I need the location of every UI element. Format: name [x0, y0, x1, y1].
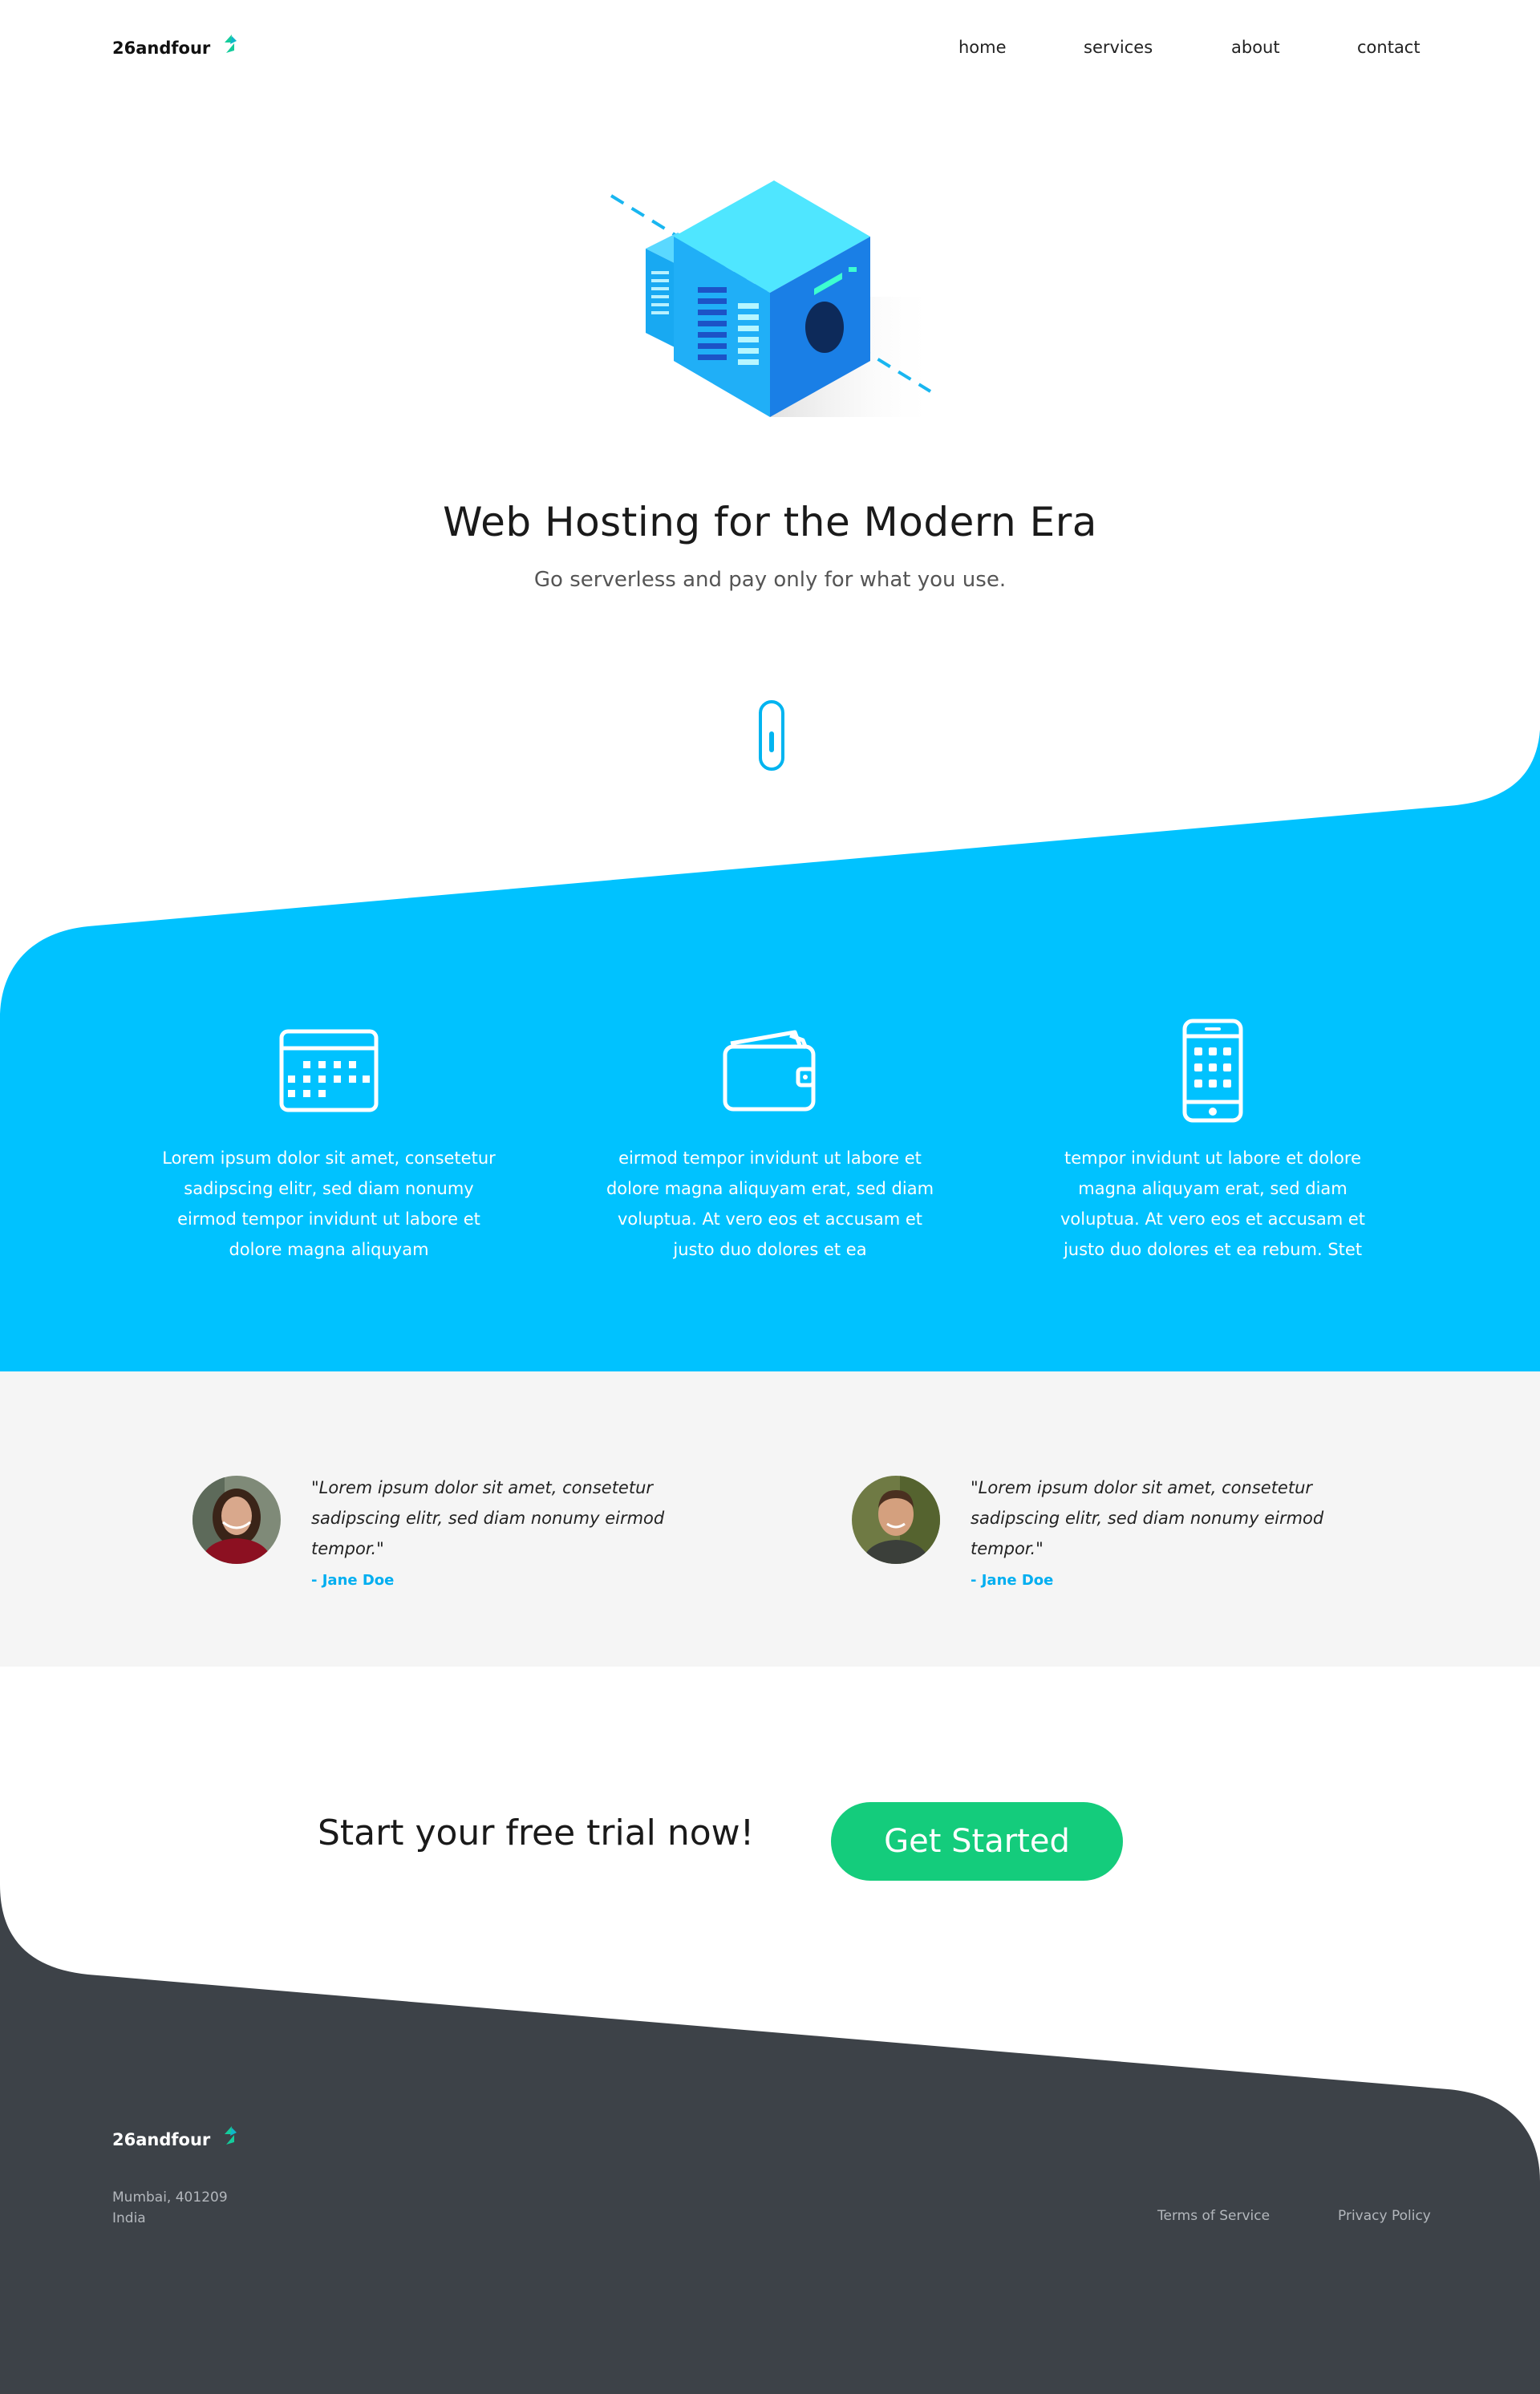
terms-of-service-link[interactable]: Terms of Service [1157, 2208, 1270, 2224]
server-cube-icon [610, 180, 938, 417]
feature-description: eirmod tempor invidunt ut labore et dolo… [606, 1148, 934, 1259]
avatar [192, 1476, 281, 1564]
cta-heading: Start your free trial now! [318, 1813, 755, 1853]
bolt-logo-icon [225, 2126, 237, 2145]
nav-home-link[interactable]: home [958, 35, 1007, 59]
main-nav: home services about contact [0, 35, 1540, 59]
footer-logo[interactable]: 26andfour [112, 2125, 239, 2154]
calendar-icon [279, 1029, 379, 1112]
site-header: 26andfour home services about contact [0, 0, 1540, 96]
nav-about-link[interactable]: about [1231, 35, 1280, 59]
testimonial-card: "Lorem ipsum dolor sit amet, consetetur … [192, 1476, 714, 1620]
feature-description: tempor invidunt ut labore et dolore magn… [1060, 1148, 1366, 1259]
footer-brand-name: 26andfour [112, 2130, 211, 2149]
testimonials-section: "Lorem ipsum dolor sit amet, consetetur … [0, 1371, 1540, 1667]
woman-avatar-icon [192, 1476, 281, 1564]
feature-card: eirmod tempor invidunt ut labore et dolo… [602, 999, 938, 1265]
nav-contact-link[interactable]: contact [1357, 35, 1420, 59]
get-started-button[interactable]: Get Started [831, 1802, 1123, 1881]
avatar [852, 1476, 940, 1564]
smartphone-icon [1182, 1019, 1243, 1123]
address-line-2: India [112, 2210, 146, 2226]
testimonial-author: - Jane Doe [311, 1572, 395, 1589]
feature-card: Lorem ipsum dolor sit amet, consetetur s… [160, 999, 497, 1265]
scroll-indicator-icon[interactable] [757, 699, 786, 772]
testimonial-author: - Jane Doe [971, 1572, 1054, 1589]
testimonial-card: "Lorem ipsum dolor sit amet, consetetur … [852, 1476, 1373, 1620]
hero-subtitle: Go serverless and pay only for what you … [533, 568, 1007, 592]
wallet-icon [723, 1030, 816, 1112]
man-avatar-icon [852, 1476, 940, 1564]
testimonial-quote: "Lorem ipsum dolor sit amet, consetetur … [311, 1478, 665, 1558]
address-line-1: Mumbai, 401209 [112, 2189, 228, 2206]
feature-card: tempor invidunt ut labore et dolore magn… [1044, 999, 1381, 1265]
footer-address: Mumbai, 401209 India [112, 2187, 228, 2229]
testimonial-quote: "Lorem ipsum dolor sit amet, consetetur … [971, 1478, 1324, 1558]
hero-title: Web Hosting for the Modern Era [443, 499, 1097, 545]
privacy-policy-link[interactable]: Privacy Policy [1338, 2208, 1431, 2224]
feature-description: Lorem ipsum dolor sit amet, consetetur s… [162, 1148, 496, 1259]
nav-services-link[interactable]: services [1084, 35, 1153, 59]
